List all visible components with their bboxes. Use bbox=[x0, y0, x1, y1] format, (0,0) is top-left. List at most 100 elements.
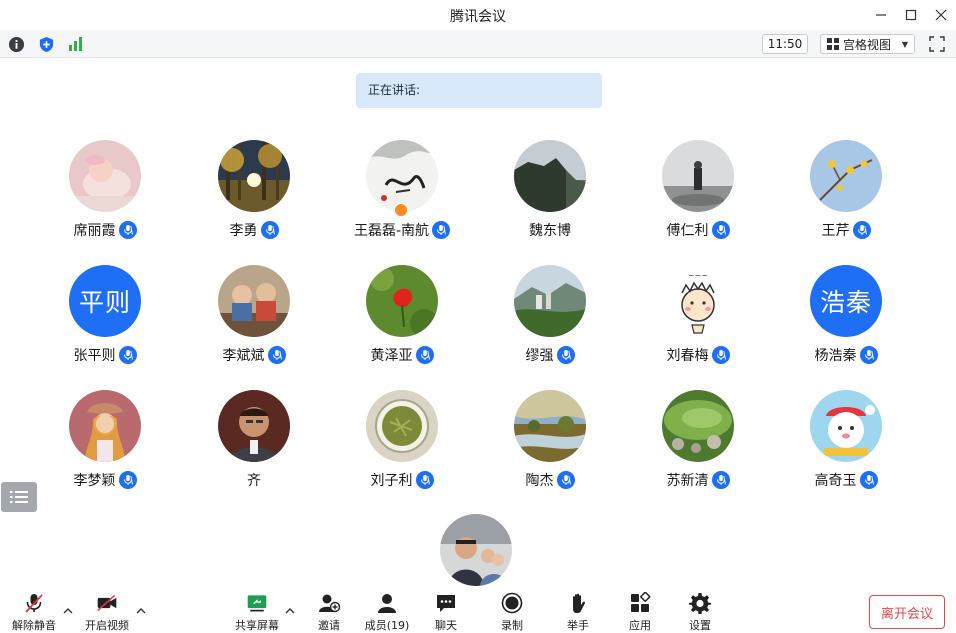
record-icon bbox=[501, 592, 523, 614]
leave-meeting-button[interactable]: 离开会议 bbox=[869, 595, 945, 629]
participant-name: 席丽霞 bbox=[73, 223, 116, 239]
list-icon bbox=[10, 491, 28, 503]
avatar bbox=[366, 390, 438, 462]
participant-name: 刘春梅 bbox=[666, 348, 709, 364]
info-icon bbox=[8, 36, 24, 52]
settings-button[interactable]: 设置 bbox=[684, 592, 716, 632]
window-title: 腾讯会议 bbox=[450, 9, 506, 25]
chevron-down-icon: ▼ bbox=[901, 39, 908, 49]
participant-tile[interactable]: 王磊磊-南航 bbox=[328, 140, 476, 250]
mic-muted-icon bbox=[260, 221, 279, 239]
security-button[interactable] bbox=[37, 35, 55, 53]
minimize-button[interactable] bbox=[866, 0, 896, 30]
host-badge-icon bbox=[394, 203, 408, 217]
signal-icon bbox=[69, 37, 82, 51]
minimize-icon bbox=[876, 14, 886, 16]
avatar bbox=[69, 140, 141, 212]
participant-name: 陶杰 bbox=[525, 473, 554, 489]
start-video-button[interactable]: 开启视频 bbox=[84, 592, 130, 632]
mic-muted-icon bbox=[711, 346, 730, 364]
participant-tile[interactable]: 李梦颖 bbox=[31, 390, 179, 500]
invite-user-icon bbox=[319, 594, 340, 613]
chevron-up-icon[interactable] bbox=[135, 606, 147, 616]
record-button[interactable]: 录制 bbox=[496, 592, 528, 632]
svg-text:~~~: ~~~ bbox=[688, 271, 708, 280]
participant-name: 缪强 bbox=[525, 348, 554, 364]
avatar bbox=[810, 390, 882, 462]
close-icon bbox=[935, 9, 947, 21]
maximize-button[interactable] bbox=[896, 0, 926, 30]
chevron-up-icon[interactable] bbox=[62, 606, 74, 616]
participant-name: 王芹 bbox=[821, 223, 850, 239]
share-screen-button[interactable]: 共享屏幕 bbox=[234, 592, 280, 632]
avatar: ~~~ bbox=[662, 265, 734, 337]
participant-name: 王磊磊-南航 bbox=[353, 223, 430, 239]
participant-tile[interactable]: ~~~ 刘春梅 bbox=[624, 265, 772, 375]
speaking-indicator: 正在讲话: bbox=[356, 73, 602, 108]
participant-tile[interactable]: 平则 张平则 bbox=[31, 265, 179, 375]
participant-tile[interactable]: 傅仁利 bbox=[624, 140, 772, 250]
fullscreen-icon bbox=[929, 36, 945, 52]
gear-icon bbox=[689, 593, 711, 614]
avatar bbox=[514, 140, 586, 212]
hand-icon bbox=[573, 593, 586, 613]
participant-tile[interactable]: 齐 bbox=[180, 390, 328, 500]
participant-tile[interactable]: 席丽霞 bbox=[31, 140, 179, 250]
participant-tile[interactable]: 李斌斌 bbox=[180, 265, 328, 375]
participant-tile[interactable]: 刘子利 bbox=[328, 390, 476, 500]
view-selector-label: 宫格视图 bbox=[843, 37, 892, 52]
chevron-up-icon[interactable] bbox=[284, 606, 296, 616]
fullscreen-button[interactable] bbox=[928, 35, 946, 53]
mic-muted-icon bbox=[118, 221, 137, 239]
invite-label: 邀请 bbox=[318, 619, 340, 632]
participant-tile[interactable]: 苏新清 bbox=[624, 390, 772, 500]
avatar bbox=[218, 140, 290, 212]
members-label: 成员(19) bbox=[364, 619, 410, 632]
unmute-button[interactable]: 解除静音 bbox=[12, 592, 56, 632]
mic-muted-icon bbox=[556, 471, 575, 489]
meeting-clock: 11:50 bbox=[762, 34, 808, 54]
mic-muted-icon bbox=[415, 471, 434, 489]
grid-view-icon bbox=[827, 38, 839, 50]
view-selector[interactable]: 宫格视图 ▼ bbox=[820, 34, 915, 54]
participant-tile[interactable]: 魏东博 bbox=[476, 140, 624, 250]
participant-tile[interactable]: 高奇玉 bbox=[772, 390, 920, 500]
start-video-label: 开启视频 bbox=[85, 619, 129, 632]
avatar bbox=[69, 390, 141, 462]
chat-button[interactable]: 聊天 bbox=[430, 592, 462, 632]
raise-hand-button[interactable]: 举手 bbox=[562, 592, 594, 632]
participant-list-toggle[interactable] bbox=[1, 482, 37, 512]
participant-tile[interactable]: 浩秦 杨浩秦 bbox=[772, 265, 920, 375]
mic-muted-icon bbox=[711, 221, 730, 239]
settings-label: 设置 bbox=[689, 619, 711, 632]
network-status-button[interactable] bbox=[67, 35, 85, 53]
avatar bbox=[514, 390, 586, 462]
participant-tile[interactable]: 黄泽亚 bbox=[328, 265, 476, 375]
participant-tile[interactable]: 陶杰 bbox=[476, 390, 624, 500]
members-icon bbox=[378, 594, 396, 613]
avatar bbox=[218, 265, 290, 337]
participant-tile[interactable]: 缪强 bbox=[476, 265, 624, 375]
mic-muted-icon bbox=[556, 346, 575, 364]
self-video-preview[interactable] bbox=[440, 514, 512, 586]
mic-muted-icon bbox=[415, 346, 434, 364]
participant-name: 杨浩秦 bbox=[814, 348, 857, 364]
chat-icon bbox=[437, 595, 455, 612]
avatar-initials: 浩秦 bbox=[810, 265, 882, 337]
participant-name: 苏新清 bbox=[666, 473, 709, 489]
share-screen-label: 共享屏幕 bbox=[235, 619, 279, 632]
maximize-icon bbox=[905, 9, 917, 21]
avatar bbox=[810, 140, 882, 212]
close-button[interactable] bbox=[926, 0, 956, 30]
participant-name: 李斌斌 bbox=[222, 348, 265, 364]
info-button[interactable] bbox=[7, 35, 25, 53]
invite-button[interactable]: 邀请 bbox=[312, 592, 346, 632]
avatar bbox=[514, 265, 586, 337]
mic-muted-icon bbox=[859, 346, 878, 364]
participant-name: 刘子利 bbox=[370, 473, 413, 489]
participant-tile[interactable]: 王芹 bbox=[772, 140, 920, 250]
participant-name: 高奇玉 bbox=[814, 473, 857, 489]
members-button[interactable]: 成员(19) bbox=[362, 592, 412, 632]
apps-button[interactable]: 应用 bbox=[624, 592, 656, 632]
participant-tile[interactable]: 李勇 bbox=[180, 140, 328, 250]
